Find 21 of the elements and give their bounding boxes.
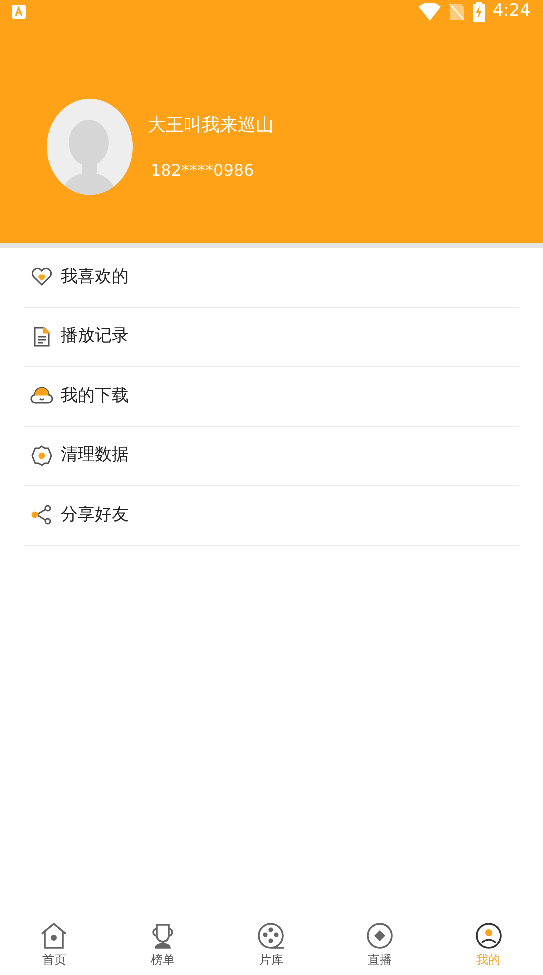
share-icon	[30, 503, 54, 528]
tab[interactable]: 片库	[217, 922, 326, 968]
home-icon	[40, 922, 68, 950]
tab[interactable]: 首页	[0, 922, 109, 968]
tab[interactable]: 榜单	[108, 922, 218, 968]
live-icon	[366, 922, 394, 950]
menu-item[interactable]: 清理数据	[24, 426, 519, 486]
menu-item[interactable]: 分享好友	[24, 486, 519, 546]
user-name: 大王叫我来巡山	[148, 114, 274, 138]
no-sim-icon	[448, 3, 465, 21]
film-reel-icon	[257, 922, 286, 950]
gear-icon	[30, 444, 54, 468]
menu-item[interactable]: 播放记录	[24, 308, 519, 367]
app-notification-icon	[12, 5, 26, 19]
status-time: 4:24	[492, 0, 531, 24]
menu-item[interactable]: 我的下载	[24, 367, 519, 426]
tab[interactable]: 直播	[326, 922, 434, 968]
user-icon	[474, 922, 503, 950]
menu-item[interactable]: 我喜欢的	[24, 248, 519, 308]
wifi-icon	[418, 3, 441, 21]
user-phone: 182****0986	[151, 160, 256, 182]
